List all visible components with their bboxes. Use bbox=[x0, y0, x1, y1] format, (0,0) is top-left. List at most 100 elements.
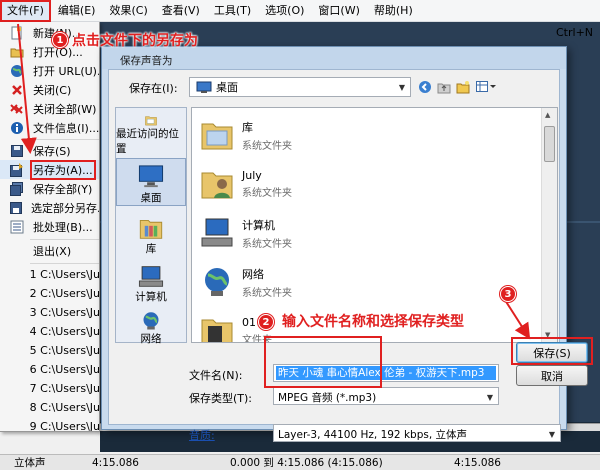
new-file-icon bbox=[10, 26, 24, 40]
menu-item-close[interactable]: 关闭(C) bbox=[0, 80, 99, 99]
place-label: 库 bbox=[145, 243, 157, 255]
menu-item-open-url[interactable]: 打开 URL(U)... bbox=[0, 61, 99, 80]
scroll-down-icon[interactable]: ▼ bbox=[545, 331, 550, 339]
menu-item-batch[interactable]: 批处理(B)... bbox=[0, 217, 99, 236]
scroll-up-icon[interactable]: ▲ bbox=[545, 111, 550, 119]
save-selection-icon bbox=[10, 201, 22, 215]
recent-file-item[interactable]: 1 C:\Users\Ju bbox=[0, 265, 100, 284]
menu-edit[interactable]: 编辑(E) bbox=[51, 0, 103, 22]
desktop-icon bbox=[196, 81, 212, 93]
cancel-button[interactable]: 取消 bbox=[516, 365, 588, 386]
close-all-icon bbox=[10, 102, 24, 116]
file-list[interactable]: 库系统文件夹 July 系统文件夹 计算机 系统文件夹 网络 系统文件夹 01 文件夹 … bbox=[191, 107, 558, 343]
back-icon[interactable] bbox=[417, 79, 433, 95]
menu-item-exit[interactable]: 退出(X) bbox=[0, 241, 99, 260]
menu-separator bbox=[30, 239, 99, 240]
view-menu-icon[interactable] bbox=[475, 79, 497, 95]
info-icon bbox=[10, 121, 24, 135]
list-item[interactable]: 库系统文件夹 bbox=[200, 112, 400, 158]
folder-icon bbox=[201, 319, 233, 342]
recent-file-label: 8 C:\Users\Ju bbox=[29, 401, 100, 414]
filename-value: 昨天 小魂 串心情Alex 伦弟 - 权游天下.mp3 bbox=[276, 366, 496, 380]
file-type: 系统文件夹 bbox=[242, 188, 292, 199]
new-folder-icon[interactable] bbox=[455, 79, 471, 95]
dialog-title: 保存声音为 bbox=[120, 55, 173, 67]
places-sidebar: 最近访问的位置 桌面 库 计算机 网络 bbox=[115, 107, 187, 346]
chevron-down-icon: ▼ bbox=[548, 429, 556, 439]
recent-file-item[interactable]: 4 C:\Users\Ju bbox=[0, 322, 100, 341]
step-3-badge: 3 bbox=[500, 286, 516, 302]
menu-view[interactable]: 查看(V) bbox=[155, 0, 207, 22]
step-1-badge: 1 bbox=[52, 32, 68, 48]
dialog-titlebar[interactable]: 保存声音为 bbox=[102, 47, 566, 69]
filename-input[interactable]: 昨天 小魂 串心情Alex 伦弟 - 权游天下.mp3 bbox=[273, 364, 499, 382]
recent-places-icon bbox=[145, 116, 157, 126]
list-item[interactable]: July 系统文件夹 bbox=[200, 161, 400, 207]
menu-item-close-all[interactable]: 关闭全部(W) bbox=[0, 99, 99, 118]
place-libraries[interactable]: 库 bbox=[116, 212, 186, 256]
chevron-down-icon: ▼ bbox=[486, 392, 494, 402]
menu-options[interactable]: 选项(O) bbox=[258, 0, 311, 22]
recent-file-label: 4 C:\Users\Ju bbox=[29, 325, 100, 338]
place-recent[interactable]: 最近访问的位置 bbox=[116, 110, 186, 156]
computer-icon bbox=[201, 218, 233, 247]
menu-effects[interactable]: 效果(C) bbox=[102, 0, 154, 22]
menu-item-save-all[interactable]: 保存全部(Y) bbox=[0, 179, 99, 198]
desktop-icon bbox=[138, 165, 164, 188]
up-folder-icon[interactable] bbox=[436, 79, 452, 95]
quality-label[interactable]: 音质: bbox=[189, 427, 215, 443]
menu-item-label: 退出(X) bbox=[33, 244, 72, 258]
scroll-thumb[interactable] bbox=[544, 126, 555, 162]
recent-file-item[interactable]: 3 C:\Users\Ju bbox=[0, 303, 99, 322]
menu-item-save-as[interactable]: 另存为(A)... bbox=[0, 159, 99, 180]
list-item[interactable]: 网络 系统文件夹 bbox=[200, 259, 400, 305]
place-desktop[interactable]: 桌面 bbox=[116, 158, 186, 206]
menu-help[interactable]: 帮助(H) bbox=[367, 0, 420, 22]
network-icon bbox=[143, 312, 159, 330]
menu-item-label: 文件信息(I)... bbox=[33, 121, 100, 135]
recent-file-label: 1 C:\Users\Ju bbox=[29, 268, 100, 281]
quality-select[interactable]: Layer-3, 44100 Hz, 192 kbps, 立体声 ▼ bbox=[273, 424, 561, 442]
batch-icon bbox=[10, 220, 24, 234]
dialog-body: 保存在(I): 桌面 ▼ 最近访问的位置 桌面 库 计算机 网络 库 系统文件夹… bbox=[108, 69, 561, 442]
filetype-label: 保存类型(T): bbox=[189, 392, 253, 405]
file-name: 网络 bbox=[242, 267, 264, 281]
menu-tools[interactable]: 工具(T) bbox=[207, 0, 258, 22]
menu-item-label: 关闭全部(W) bbox=[33, 102, 97, 116]
file-menu-dropdown: 新建(N)... 打开(O)... 打开 URL(U)... 关闭(C) 关闭全… bbox=[0, 22, 100, 432]
recent-file-item[interactable]: 8 C:\Users\Ju bbox=[0, 398, 100, 417]
menu-item-label: 保存(S) bbox=[33, 144, 71, 158]
menu-item-label: 打开 URL(U)... bbox=[33, 64, 99, 78]
save-as-icon bbox=[10, 162, 24, 177]
file-type: 系统文件夹 bbox=[242, 287, 292, 299]
save-button[interactable]: 保存(S) bbox=[516, 342, 588, 363]
menu-item-save-selection[interactable]: 选定部分另存... bbox=[0, 198, 100, 217]
recent-file-item[interactable]: 6 C:\Users\Ju bbox=[0, 360, 100, 379]
library-folder-icon bbox=[201, 123, 233, 150]
save-in-label: 保存在(I): bbox=[129, 82, 178, 95]
filetype-select[interactable]: MPEG 音频 (*.mp3) ▼ bbox=[273, 387, 499, 405]
menu-window[interactable]: 窗口(W) bbox=[311, 0, 366, 22]
close-x-icon bbox=[10, 83, 24, 97]
place-computer[interactable]: 计算机 bbox=[116, 260, 186, 304]
save-in-combobox[interactable]: 桌面 ▼ bbox=[189, 77, 411, 97]
recent-file-item[interactable]: 2 C:\Users\Ju bbox=[0, 284, 99, 303]
recent-file-label: 6 C:\Users\Ju bbox=[29, 363, 100, 376]
menu-item-file-info[interactable]: 文件信息(I)... bbox=[0, 118, 100, 137]
library-icon bbox=[139, 220, 163, 239]
menu-item-label: 选定部分另存... bbox=[31, 201, 100, 215]
list-item[interactable]: 计算机 系统文件夹 bbox=[200, 210, 400, 256]
place-network[interactable]: 网络 bbox=[116, 306, 186, 346]
file-name: 库 bbox=[242, 120, 253, 134]
menu-item-label: 另存为(A)... bbox=[30, 159, 96, 180]
place-label: 计算机 bbox=[135, 291, 167, 303]
recent-file-item[interactable]: 9 C:\Users\Ju bbox=[0, 417, 99, 431]
recent-file-item[interactable]: 5 C:\Users\Ju bbox=[0, 341, 99, 360]
menu-item-save[interactable]: 保存(S) bbox=[0, 141, 99, 160]
place-label: 桌面 bbox=[140, 192, 162, 204]
status-channel: 立体声 bbox=[14, 457, 46, 469]
menu-file[interactable]: 文件(F) bbox=[0, 0, 51, 22]
filename-label: 文件名(N): bbox=[189, 369, 243, 382]
file-list-scrollbar[interactable]: ▲ ▼ bbox=[541, 108, 557, 342]
recent-file-item[interactable]: 7 C:\Users\Ju bbox=[0, 379, 99, 398]
